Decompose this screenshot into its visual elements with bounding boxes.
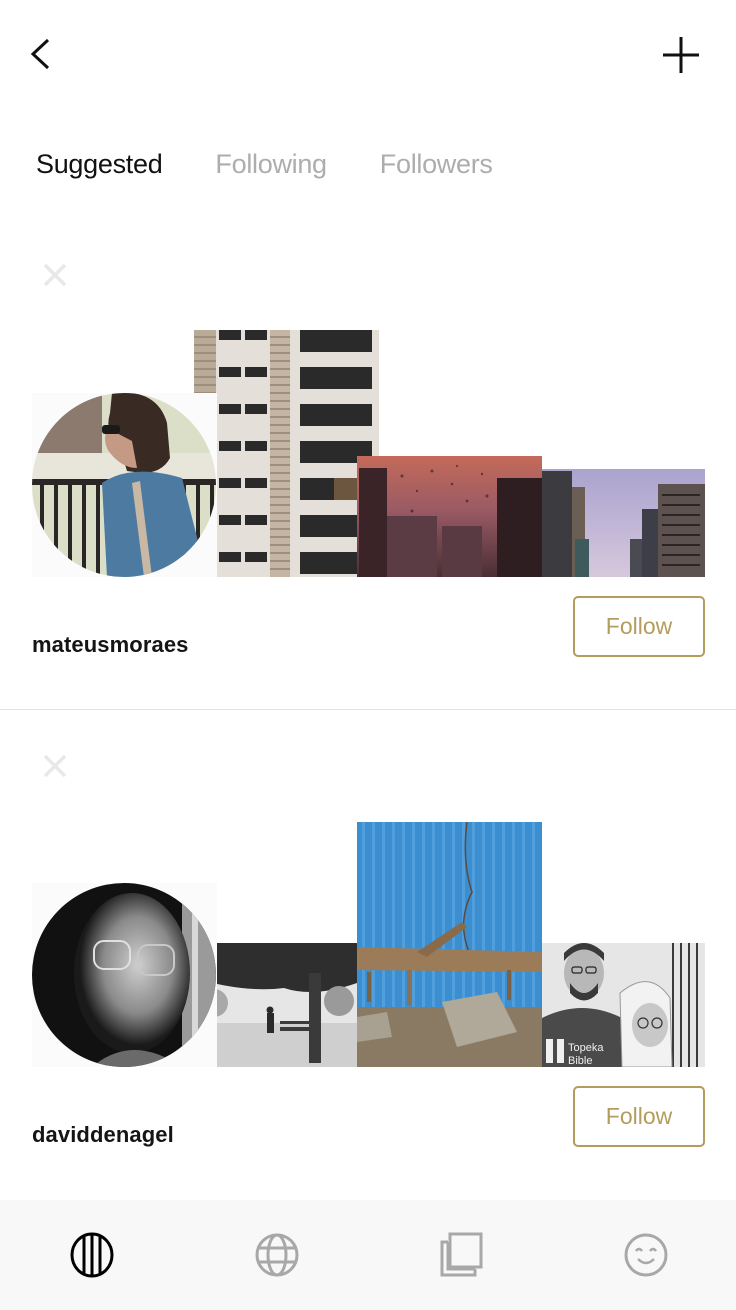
tab-followers[interactable]: Followers [380, 146, 493, 182]
back-button[interactable] [26, 34, 62, 74]
suggestion-card: Topeka Bible daviddenagel Follow [0, 731, 736, 1199]
tab-suggested[interactable]: Suggested [36, 146, 163, 182]
smiley-icon [624, 1233, 668, 1277]
shirt-text-line1: Topeka [568, 1042, 604, 1054]
photo-thumbnail[interactable] [357, 822, 542, 1067]
avatar-photo [32, 393, 216, 577]
nav-collections[interactable] [439, 1232, 485, 1278]
nav-discover[interactable] [254, 1232, 300, 1278]
bottom-navigation [0, 1200, 736, 1310]
park-bench-photo [194, 943, 357, 1067]
follow-button[interactable]: Follow [573, 596, 705, 657]
photo-thumbnail[interactable] [542, 469, 705, 577]
rain-window-photo [357, 456, 542, 577]
photo-thumbnail[interactable] [194, 943, 357, 1067]
tab-bar: Suggested Following Followers [36, 146, 493, 182]
striped-circle-icon [70, 1232, 114, 1278]
avatar[interactable] [32, 393, 216, 577]
close-icon [43, 754, 67, 778]
nav-feed[interactable] [69, 1232, 115, 1278]
suggestion-card: mateusmoraes Follow [0, 240, 736, 710]
follow-button[interactable]: Follow [573, 1086, 705, 1147]
dismiss-button[interactable] [40, 751, 70, 781]
avatar-photo [32, 883, 216, 1067]
shirt-text-line2: Bible [568, 1055, 592, 1067]
couple-portrait-photo: Topeka Bible [542, 943, 705, 1067]
driftwood-blue-wall-photo [357, 822, 542, 1067]
plus-icon [663, 37, 699, 73]
photo-thumbnail[interactable] [194, 330, 379, 577]
dismiss-button[interactable] [40, 260, 70, 290]
chevron-left-icon [30, 38, 50, 70]
top-bar [0, 0, 736, 110]
username[interactable]: mateusmoraes [32, 632, 189, 658]
username[interactable]: daviddenagel [32, 1122, 174, 1148]
building-photo [194, 330, 379, 577]
globe-icon [255, 1233, 299, 1277]
add-button[interactable] [660, 34, 702, 76]
tab-following[interactable]: Following [215, 146, 327, 182]
close-icon [43, 263, 67, 287]
photo-thumbnail[interactable] [357, 456, 542, 577]
stacked-squares-icon [440, 1232, 483, 1277]
city-towers-photo [542, 469, 705, 577]
photo-thumbnail[interactable]: Topeka Bible [542, 943, 705, 1067]
nav-profile[interactable] [623, 1232, 669, 1278]
avatar[interactable] [32, 883, 216, 1067]
